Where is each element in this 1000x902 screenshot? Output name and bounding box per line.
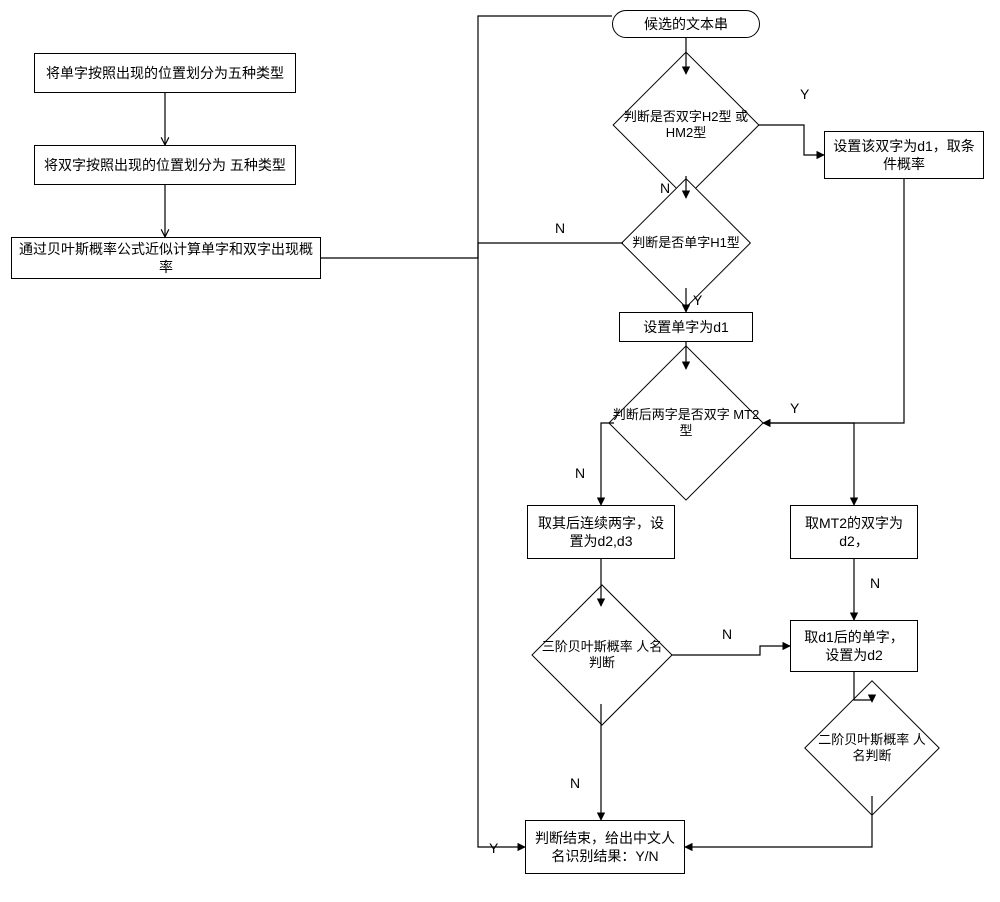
label-n-d4-down: N xyxy=(570,775,580,791)
process-mt2-d2: 取MT2的双字为 d2， xyxy=(790,505,918,559)
process-left-2: 将双字按照出现的位置划分为 五种类型 xyxy=(34,145,296,185)
label-y-d2: Y xyxy=(693,292,702,308)
label-y-d3: Y xyxy=(790,400,799,416)
process-single-after-d1: 取d1后的单字， 设置为d2 xyxy=(790,620,918,672)
process-left-3: 通过贝叶斯概率公式近似计算单字和双字出现概率 xyxy=(11,237,321,279)
process-next-two-chars: 取其后连续两字，设 置为d2,d3 xyxy=(527,505,675,559)
start-terminator: 候选的文本串 xyxy=(612,10,760,38)
decision-h1: 判断是否单字H1型 xyxy=(640,197,732,289)
label-n-d3: N xyxy=(575,465,585,481)
process-set-d1-single: 设置单字为d1 xyxy=(619,312,753,342)
process-set-d1-double: 设置该双字为d1，取条 件概率 xyxy=(824,131,984,179)
label-n-p4: N xyxy=(870,575,880,591)
label-n-d2: N xyxy=(555,220,565,236)
label-y-d1: Y xyxy=(800,86,809,102)
decision-bayes-3: 三阶贝叶斯概率 人名判断 xyxy=(552,605,652,705)
decision-bayes-2: 二阶贝叶斯概率 人名判断 xyxy=(824,700,920,796)
decision-h2-hm2: 判断是否双字H2型 或HM2型 xyxy=(634,73,738,177)
decision-mt2: 判断后两字是否双字 MT2型 xyxy=(631,368,741,478)
label-n-d1: N xyxy=(660,180,670,196)
label-y-d5: Y xyxy=(489,840,498,856)
process-final-result: 判断结束，给出中文人 名识别结果：Y/N xyxy=(525,820,685,874)
label-n-d4-right: N xyxy=(722,626,732,642)
process-left-1: 将单字按照出现的位置划分为五种类型 xyxy=(34,53,296,93)
